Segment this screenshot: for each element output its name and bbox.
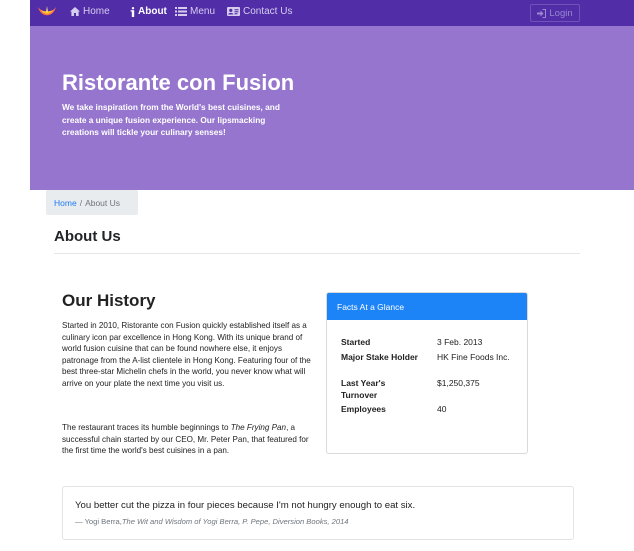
nav-home-label: Home xyxy=(83,6,110,17)
login-label: Login xyxy=(549,7,573,19)
history-paragraph: Started in 2010, Ristorante con Fusion q… xyxy=(62,321,311,388)
quote-author: — Yogi Berra, xyxy=(75,517,122,526)
facts-card-header: Facts At a Glance xyxy=(327,293,527,320)
fact-value: HK Fine Foods Inc. xyxy=(437,352,510,362)
quote-source: The Wit and Wisdom of Yogi Berra, P. Pep… xyxy=(121,517,349,526)
fact-label: Major Stake Holder xyxy=(341,352,418,362)
nav-about-label: About xyxy=(138,6,167,17)
nav-contact-label: Contact Us xyxy=(243,6,293,17)
restaurant-logo[interactable] xyxy=(36,4,58,22)
nav-home[interactable]: Home xyxy=(70,6,110,17)
breadcrumb-separator: / xyxy=(79,198,83,208)
fact-label: Started xyxy=(341,337,371,347)
restaurant-title: Ristorante con Fusion xyxy=(62,70,295,95)
fact-label: Last Year's Turnover xyxy=(341,378,386,400)
quote-card: You better cut the pizza in four pieces … xyxy=(62,486,574,540)
navbar: Home About Menu Contact Us Login xyxy=(30,0,634,26)
nav-about[interactable]: About xyxy=(130,6,167,17)
breadcrumb-home-link[interactable]: Home xyxy=(54,198,77,208)
page-title: About Us xyxy=(54,228,121,245)
sign-in-icon xyxy=(537,8,547,18)
nav-menu[interactable]: Menu xyxy=(175,6,215,17)
facts-card: Facts At a Glance Started 3 Feb. 2013 Ma… xyxy=(326,292,528,454)
fact-label: Employees xyxy=(341,404,386,414)
breadcrumb-current: About Us xyxy=(85,198,121,208)
fact-value: $1,250,375 xyxy=(437,378,480,388)
home-icon xyxy=(70,7,80,16)
history-heading: Our History xyxy=(62,291,156,310)
nav-contact[interactable]: Contact Us xyxy=(227,6,292,17)
jumbotron: Ristorante con Fusion We take inspiratio… xyxy=(30,26,634,190)
nav-menu-label: Menu xyxy=(190,6,216,17)
heading-divider xyxy=(54,253,580,254)
breadcrumb: Home / About Us xyxy=(46,190,138,215)
restaurant-tagline: We take inspiration from the World's bes… xyxy=(62,102,280,137)
fact-value: 40 xyxy=(437,404,447,414)
info-icon xyxy=(130,6,135,17)
frying-pan-title: The Frying Pan xyxy=(230,423,287,432)
list-icon xyxy=(175,7,187,16)
history-p2-start: The restaurant traces its humble beginni… xyxy=(62,423,231,432)
login-button[interactable]: Login xyxy=(530,4,580,22)
address-card-icon xyxy=(227,7,240,16)
history-paragraph-2: The restaurant traces its humble beginni… xyxy=(62,422,318,457)
quote-attribution: — Yogi Berra,The Wit and Wisdom of Yogi … xyxy=(75,517,349,526)
quote-text: You better cut the pizza in four pieces … xyxy=(75,500,416,511)
fact-value: 3 Feb. 2013 xyxy=(437,337,483,347)
